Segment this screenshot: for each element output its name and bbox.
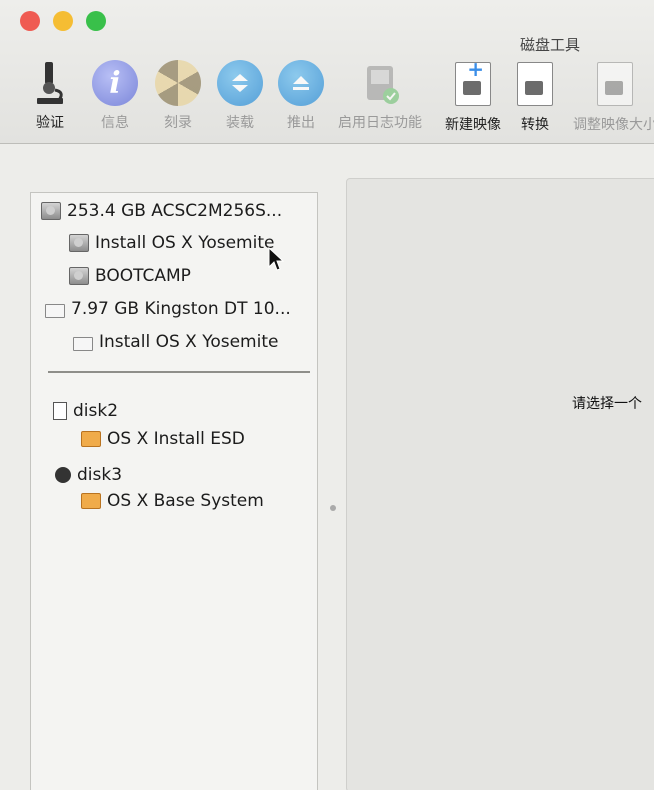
split-view-handle[interactable] — [330, 505, 336, 511]
window-title: 磁盘工具 — [520, 36, 581, 54]
sidebar-divider — [48, 371, 310, 373]
internal-volume-icon — [69, 267, 89, 285]
mounted-volume-icon — [81, 493, 101, 509]
sidebar-item-label: OS X Install ESD — [107, 429, 245, 449]
burn-icon — [155, 60, 201, 106]
eject-button[interactable]: 推出 — [261, 60, 341, 132]
globe-disk-icon — [55, 467, 71, 483]
eject-icon — [278, 60, 324, 106]
sidebar-item-usb-disk[interactable]: 7.97 GB Kingston DT 10... — [45, 299, 291, 319]
info-icon: i — [92, 60, 138, 106]
sidebar-item-bootcamp[interactable]: BOOTCAMP — [69, 266, 191, 286]
zoom-button[interactable] — [86, 11, 106, 31]
internal-disk-icon — [41, 202, 61, 220]
sidebar-item-label: disk3 — [77, 465, 123, 485]
new-image-icon: + — [455, 57, 491, 106]
enable-journaling-button[interactable]: 启用日志功能 — [334, 60, 426, 132]
minimize-button[interactable] — [53, 11, 73, 31]
resize-image-label: 调整映像大小 — [573, 117, 654, 133]
sidebar-item-install-yosemite[interactable]: Install OS X Yosemite — [69, 233, 274, 253]
detail-pane — [346, 178, 654, 790]
sidebar-item-label: Install OS X Yosemite — [95, 233, 275, 253]
sidebar-item-disk3[interactable]: disk3 — [55, 465, 122, 485]
journaling-disk-icon — [357, 60, 403, 106]
convert-button[interactable]: 转换 — [495, 60, 575, 134]
convert-icon — [517, 62, 553, 106]
internal-volume-icon — [69, 234, 89, 252]
mounted-volume-icon — [81, 431, 101, 447]
sidebar-item-os-x-base-system[interactable]: OS X Base System — [81, 491, 264, 511]
sidebar-item-label: OS X Base System — [107, 491, 264, 511]
eject-label: 推出 — [287, 115, 315, 131]
sidebar-item-label: 7.97 GB Kingston DT 10... — [71, 299, 291, 319]
sidebar-item-usb-install-yosemite[interactable]: Install OS X Yosemite — [73, 332, 278, 352]
sidebar-item-label: disk2 — [73, 401, 119, 421]
microscope-icon — [27, 60, 73, 106]
mouse-pointer-icon — [268, 246, 285, 278]
resize-image-button[interactable]: 调整映像大小 — [565, 60, 654, 134]
sidebar-item-os-x-install-esd[interactable]: OS X Install ESD — [81, 429, 245, 449]
sidebar-item-disk2[interactable]: disk2 — [53, 401, 118, 421]
usb-volume-icon — [73, 337, 93, 351]
disk-image-icon — [53, 402, 67, 420]
mount-icon — [217, 60, 263, 106]
sidebar-item-label: BOOTCAMP — [95, 266, 191, 286]
close-button[interactable] — [20, 11, 40, 31]
enable-journaling-label: 启用日志功能 — [338, 115, 422, 131]
toolbar: 磁盘工具 验证 i 信息 刻录 装载 推出 启用日志功能 + 新建映像 转换 调… — [0, 0, 654, 144]
sidebar-item-label: 253.4 GB ACSC2M256S... — [67, 201, 283, 221]
sidebar: 253.4 GB ACSC2M256S... Install OS X Yose… — [30, 192, 318, 790]
resize-image-icon — [597, 62, 633, 106]
empty-selection-prompt: 请选择一个 — [572, 396, 642, 412]
sidebar-item-label: Install OS X Yosemite — [99, 332, 279, 352]
convert-label: 转换 — [521, 117, 549, 133]
disk-utility-window: 磁盘工具 验证 i 信息 刻录 装载 推出 启用日志功能 + 新建映像 转换 调… — [0, 0, 654, 790]
sidebar-item-internal-disk[interactable]: 253.4 GB ACSC2M256S... — [41, 201, 282, 221]
usb-disk-icon — [45, 304, 65, 318]
